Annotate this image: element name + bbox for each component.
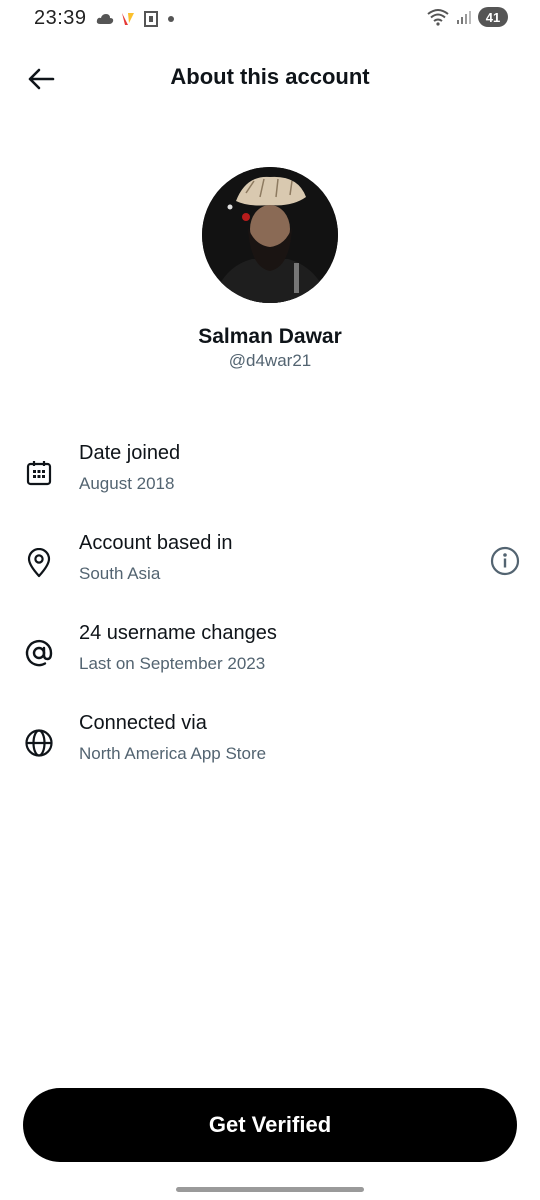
row-title: 24 username changes <box>79 622 277 644</box>
status-time: 23:39 <box>34 7 87 29</box>
get-verified-button[interactable]: Get Verified <box>23 1088 517 1162</box>
info-icon[interactable] <box>488 544 522 578</box>
page-title: About this account <box>170 64 370 89</box>
home-indicator[interactable] <box>176 1187 364 1192</box>
status-icons-left <box>96 10 176 28</box>
status-icons-right: 41 <box>426 7 508 27</box>
battery-icon: 41 <box>478 7 508 27</box>
info-row-connected-via: Connected via North America App Store <box>0 712 540 782</box>
status-bar: 23:39 41 <box>0 0 540 36</box>
globe-icon <box>22 726 56 760</box>
signal-icon <box>457 11 471 24</box>
info-row-username-changes: 24 username changes Last on September 20… <box>0 622 540 692</box>
calendar-icon <box>22 456 56 490</box>
row-title: Date joined <box>79 442 181 464</box>
cloud-icon <box>96 14 114 24</box>
notification-app-icon <box>122 13 134 25</box>
row-subtitle: South Asia <box>79 564 161 583</box>
at-sign-icon <box>22 636 56 670</box>
row-subtitle: Last on September 2023 <box>79 654 266 673</box>
row-title: Account based in <box>79 532 233 554</box>
info-row-account-based-in: Account based in South Asia <box>0 532 540 602</box>
dot-icon <box>168 16 174 22</box>
row-subtitle: North America App Store <box>79 744 267 763</box>
info-row-date-joined: Date joined August 2018 <box>0 442 540 512</box>
wifi-icon <box>427 9 449 26</box>
header: About this account <box>0 52 540 104</box>
avatar-image <box>202 167 338 303</box>
location-pin-icon <box>22 546 56 580</box>
battery-level: 41 <box>485 9 501 25</box>
display-name: Salman Dawar <box>198 325 342 348</box>
sim-icon <box>144 11 158 27</box>
row-subtitle: August 2018 <box>79 474 175 493</box>
avatar <box>202 167 338 303</box>
row-title: Connected via <box>79 712 207 734</box>
user-handle: @d4war21 <box>228 351 312 370</box>
